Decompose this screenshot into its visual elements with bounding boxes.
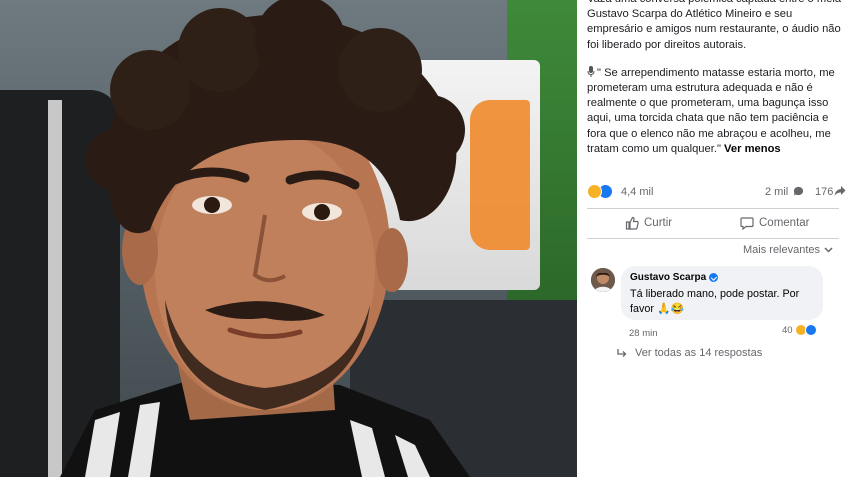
comment-text: Tá liberado mano, pode postar. Por favor…	[630, 288, 800, 315]
post-photo[interactable]	[0, 0, 577, 477]
like-button[interactable]: Curtir	[625, 216, 672, 230]
see-less-link[interactable]: Ver menos	[724, 143, 781, 155]
comment-button[interactable]: Comentar	[740, 216, 810, 230]
verified-badge-icon	[709, 273, 719, 282]
view-replies-label: Ver todas as 14 respostas	[635, 347, 763, 359]
divider-bottom	[587, 238, 839, 239]
microphone-icon	[587, 65, 595, 77]
comment-reaction-count: 40	[782, 324, 793, 336]
comment-time[interactable]: 28 min	[629, 328, 658, 339]
comment-bubble: Gustavo Scarpa Tá liberado mano, pode po…	[621, 266, 823, 320]
like-label: Curtir	[644, 217, 673, 229]
chevron-down-icon	[824, 247, 833, 253]
sort-label: Mais relevantes	[743, 244, 821, 256]
reactions-summary[interactable]: 4,4 mil 2 mil 176	[587, 184, 846, 202]
comment-count[interactable]: 2 mil	[765, 186, 788, 198]
reaction-count[interactable]: 4,4 mil	[621, 186, 653, 198]
share-icon	[834, 186, 846, 196]
like-icon	[804, 324, 817, 336]
share-count[interactable]: 176	[815, 186, 833, 198]
caption-quote: " Se arrependimento matasse estaria mort…	[587, 66, 835, 155]
avatar-image	[591, 268, 615, 292]
comment-label: Comentar	[759, 217, 810, 229]
post-panel: Vaza uma conversa polêmica captada entre…	[577, 0, 847, 477]
comment-bubble-icon	[793, 186, 804, 196]
caption-paragraph-2: " Se arrependimento matasse estaria mort…	[587, 65, 842, 157]
divider-top	[587, 208, 839, 209]
comment-author[interactable]: Gustavo Scarpa	[630, 272, 719, 283]
post-caption: Vaza uma conversa polêmica captada entre…	[587, 0, 842, 170]
comment-author-name: Gustavo Scarpa	[630, 272, 707, 283]
comment-reactions[interactable]: 40	[782, 324, 817, 336]
post-actions: Curtir Comentar	[587, 212, 839, 236]
caption-paragraph-1: Vaza uma conversa polêmica captada entre…	[587, 0, 841, 51]
comment-sort-dropdown[interactable]: Mais relevantes	[743, 244, 833, 256]
view-replies-link[interactable]: Ver todas as 14 respostas	[617, 347, 762, 359]
reply-arrow-icon	[617, 349, 627, 357]
haha-icon	[587, 184, 602, 199]
player-portrait	[60, 0, 470, 477]
avatar[interactable]	[591, 268, 615, 292]
thumbs-up-icon	[625, 216, 639, 230]
comment-icon	[740, 217, 754, 230]
